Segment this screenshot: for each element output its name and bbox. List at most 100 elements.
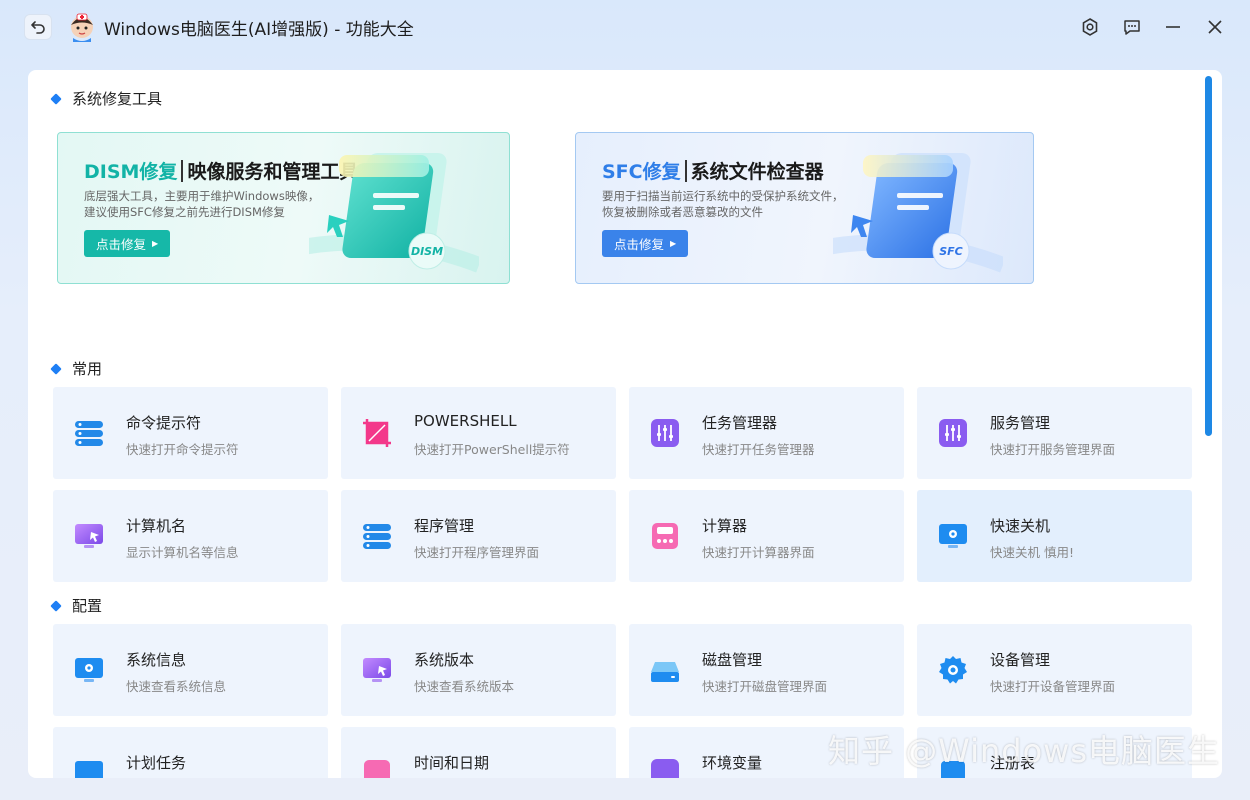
sliders-icon bbox=[651, 419, 679, 447]
window-title: Windows电脑医生(AI增强版) - 功能大全 bbox=[104, 20, 414, 40]
doctor-avatar-icon bbox=[71, 13, 93, 42]
card-title: 系统版本 bbox=[414, 651, 475, 669]
sfc-repair-banner[interactable]: SFC修复 系统文件检查器 要用于扫描当前运行系统中的受保护系统文件， 恢复被删… bbox=[575, 132, 1034, 284]
card-title: 服务管理 bbox=[990, 414, 1051, 432]
card-subtitle: 显示计算机名等信息 bbox=[126, 545, 239, 560]
settings-button[interactable] bbox=[1079, 16, 1101, 38]
crop-frame-icon bbox=[363, 419, 391, 447]
banner-desc-line: 底层强大工具，主要用于维护Windows映像， bbox=[84, 189, 320, 203]
card-subtitle: 快速打开磁盘管理界面 bbox=[702, 679, 828, 694]
card-title: 计算器 bbox=[702, 517, 748, 535]
powershell-card[interactable]: POWERSHELL 快速打开PowerShell提示符 bbox=[341, 387, 616, 479]
title-separator bbox=[181, 159, 184, 182]
card-title: 计划任务 bbox=[126, 754, 187, 772]
disk-manager-card[interactable]: 磁盘管理 快速打开磁盘管理界面 bbox=[629, 624, 904, 716]
program-manager-card[interactable]: 程序管理 快速打开程序管理界面 bbox=[341, 490, 616, 582]
zhihu-watermark: 知乎 @Windows电脑医生 bbox=[827, 732, 1220, 770]
sfc-document-illustration: SFC bbox=[833, 153, 1003, 273]
service-manager-card[interactable]: 服务管理 快速打开服务管理界面 bbox=[917, 387, 1192, 479]
card-subtitle: 快速关机 慎用! bbox=[990, 545, 1074, 560]
dism-badge: DISM bbox=[411, 245, 443, 258]
scrollbar-thumb[interactable] bbox=[1205, 76, 1212, 436]
diamond-icon bbox=[50, 362, 62, 375]
card-title: 命令提示符 bbox=[126, 414, 202, 432]
back-icon bbox=[31, 21, 45, 34]
minimize-button[interactable] bbox=[1162, 16, 1184, 38]
dism-repair-banner[interactable]: DISM修复 映像服务和管理工具 底层强大工具，主要用于维护Windows映像，… bbox=[57, 132, 510, 284]
minimize-icon bbox=[1166, 26, 1180, 28]
button-label: 点击修复 bbox=[614, 237, 665, 252]
main-panel: 系统修复工具 DISM修复 映像服务和管理工具 底层强大工具，主要用于维护Win… bbox=[28, 70, 1222, 778]
chat-bubble-icon bbox=[1124, 20, 1140, 35]
play-arrow-icon: ▶ bbox=[670, 239, 677, 248]
quick-shutdown-card[interactable]: 快速关机 快速关机 慎用! bbox=[917, 490, 1192, 582]
card-subtitle: 快速打开计算器界面 bbox=[702, 545, 815, 560]
monitor-cursor-icon bbox=[75, 524, 103, 548]
card-title: 程序管理 bbox=[414, 517, 475, 535]
device-manager-card[interactable]: 设备管理 快速打开设备管理界面 bbox=[917, 624, 1192, 716]
banner-description: 要用于扫描当前运行系统中的受保护系统文件， 恢复被删除或者恶意篡改的文件 bbox=[602, 188, 852, 220]
close-button[interactable] bbox=[1204, 16, 1226, 38]
disk-drive-icon bbox=[651, 662, 679, 682]
card-title: 快速关机 bbox=[990, 517, 1051, 535]
card-subtitle: 快速打开命令提示符 bbox=[126, 442, 239, 457]
banner-desc-line: 建议使用SFC修复之前先进行DISM修复 bbox=[84, 205, 285, 219]
section-title: 配置 bbox=[72, 597, 103, 615]
calendar-icon bbox=[75, 761, 103, 778]
variable-icon bbox=[651, 759, 679, 778]
card-subtitle: 快速查看系统信息 bbox=[126, 679, 227, 694]
section-header-common: 常用 bbox=[50, 358, 103, 379]
banner-description: 底层强大工具，主要用于维护Windows映像， 建议使用SFC修复之前先进行DI… bbox=[84, 188, 334, 220]
calculator-card[interactable]: 计算器 快速打开计算器界面 bbox=[629, 490, 904, 582]
diamond-icon bbox=[50, 92, 62, 105]
section-title: 常用 bbox=[72, 360, 103, 378]
card-subtitle: 快速查看系统版本 bbox=[414, 679, 515, 694]
dism-document-illustration: DISM bbox=[309, 153, 479, 273]
clock-icon bbox=[364, 760, 390, 778]
card-title: 任务管理器 bbox=[702, 414, 778, 432]
card-subtitle: 快速打开程序管理界面 bbox=[414, 545, 540, 560]
date-time-card[interactable]: 时间和日期 bbox=[341, 727, 616, 778]
button-label: 点击修复 bbox=[96, 237, 147, 252]
sfc-repair-button[interactable]: 点击修复 ▶ bbox=[602, 230, 689, 257]
title-separator bbox=[684, 159, 687, 182]
system-info-card[interactable]: 系统信息 快速查看系统信息 bbox=[53, 624, 328, 716]
server-stack-icon bbox=[363, 524, 391, 549]
card-title: 时间和日期 bbox=[414, 754, 490, 772]
banner-accent: DISM修复 bbox=[84, 161, 178, 183]
task-manager-card[interactable]: 任务管理器 快速打开任务管理器 bbox=[629, 387, 904, 479]
section-header-config: 配置 bbox=[50, 595, 103, 616]
system-version-card[interactable]: 系统版本 快速查看系统版本 bbox=[341, 624, 616, 716]
banner-subtitle: 系统文件检查器 bbox=[690, 161, 824, 183]
computer-name-card[interactable]: 计算机名 显示计算机名等信息 bbox=[53, 490, 328, 582]
banner-desc-line: 要用于扫描当前运行系统中的受保护系统文件， bbox=[602, 189, 844, 203]
card-title: 环境变量 bbox=[702, 754, 763, 772]
card-title: POWERSHELL bbox=[414, 412, 517, 430]
banner-title: SFC修复 系统文件检查器 bbox=[602, 157, 824, 184]
play-arrow-icon: ▶ bbox=[152, 239, 159, 248]
card-title: 系统信息 bbox=[126, 651, 187, 669]
card-subtitle: 快速打开任务管理器 bbox=[702, 442, 815, 457]
section-title: 系统修复工具 bbox=[72, 90, 163, 108]
card-subtitle: 快速打开服务管理界面 bbox=[990, 442, 1116, 457]
section-header-repair: 系统修复工具 bbox=[50, 88, 163, 109]
gear-icon bbox=[1082, 18, 1098, 36]
banner-accent: SFC修复 bbox=[602, 161, 681, 183]
sliders-icon bbox=[939, 419, 967, 447]
monitor-gear-icon bbox=[75, 658, 103, 682]
calculator-icon bbox=[652, 523, 678, 549]
monitor-cursor-icon bbox=[363, 658, 391, 682]
server-stack-icon bbox=[75, 421, 103, 446]
title-bar: Windows电脑医生(AI增强版) - 功能大全 bbox=[0, 0, 1250, 56]
scheduled-tasks-card[interactable]: 计划任务 bbox=[53, 727, 328, 778]
monitor-gear-icon bbox=[939, 524, 967, 548]
back-button[interactable] bbox=[24, 14, 52, 40]
card-title: 计算机名 bbox=[126, 517, 187, 535]
command-prompt-card[interactable]: 命令提示符 快速打开命令提示符 bbox=[53, 387, 328, 479]
diamond-icon bbox=[50, 599, 62, 612]
banner-desc-line: 恢复被删除或者恶意篡改的文件 bbox=[602, 205, 763, 219]
dism-repair-button[interactable]: 点击修复 ▶ bbox=[84, 230, 171, 257]
card-title: 设备管理 bbox=[990, 651, 1051, 669]
sfc-badge: SFC bbox=[939, 245, 963, 258]
feedback-button[interactable] bbox=[1121, 16, 1143, 38]
